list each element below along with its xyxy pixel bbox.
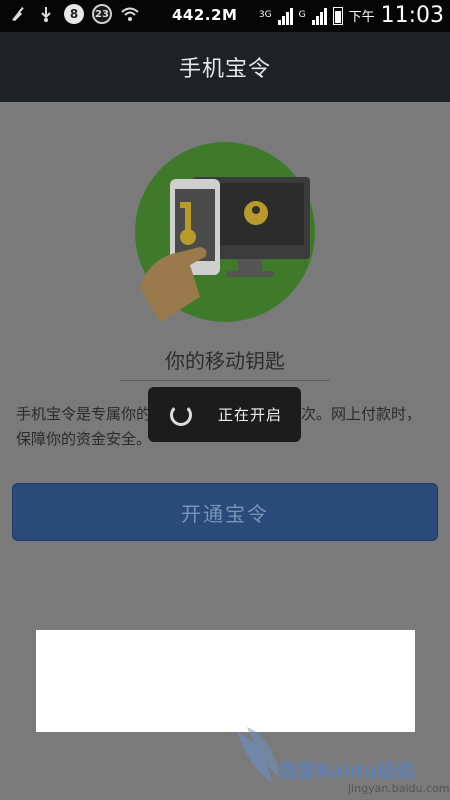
time-period: 下午 [348, 10, 375, 25]
app-title-bar: 手机宝令 [0, 32, 450, 102]
status-right-icons: 3G G 下午 11:03 [259, 3, 444, 28]
signal-icon [277, 7, 293, 25]
watermark-url: jingyan.baidu.com [348, 782, 450, 795]
wifi-icon [120, 4, 140, 24]
usb-icon [36, 4, 56, 24]
network-type-g: G [298, 10, 306, 20]
mobile-key-illustration [130, 137, 320, 327]
enable-token-button[interactable]: 开通宝令 [12, 483, 438, 541]
network-type-3g: 3G [258, 10, 272, 20]
signal-icon-2 [311, 7, 327, 25]
battery-icon [332, 6, 343, 25]
spinner-icon [170, 403, 192, 426]
loading-text: 正在开启 [218, 406, 283, 424]
main-content: 你的移动钥匙 手机宝令是专属你的动态密码，每秒变换一次。网上付款时，保障你的资金… [0, 102, 450, 800]
feature-subtitle: 你的移动钥匙 [165, 349, 285, 373]
status-bar: 8 23 442.2M 3G G 下午 11:03 [0, 0, 450, 32]
broom-icon [8, 4, 28, 24]
page-title: 手机宝令 [178, 57, 271, 82]
divider [120, 380, 330, 381]
loading-toast: 正在开启 [148, 387, 301, 442]
notification-icon: 8 [64, 4, 84, 24]
watermark: 我爱Baidu经验 jingyan.baidu.com [232, 722, 450, 800]
watermark-text: 我爱Baidu经验 [278, 760, 415, 782]
status-left-icons: 8 23 [8, 4, 140, 24]
blank-panel [36, 630, 415, 732]
badge-icon: 23 [92, 4, 112, 24]
network-speed: 442.2M [172, 6, 238, 24]
clock: 11:03 [380, 3, 444, 28]
